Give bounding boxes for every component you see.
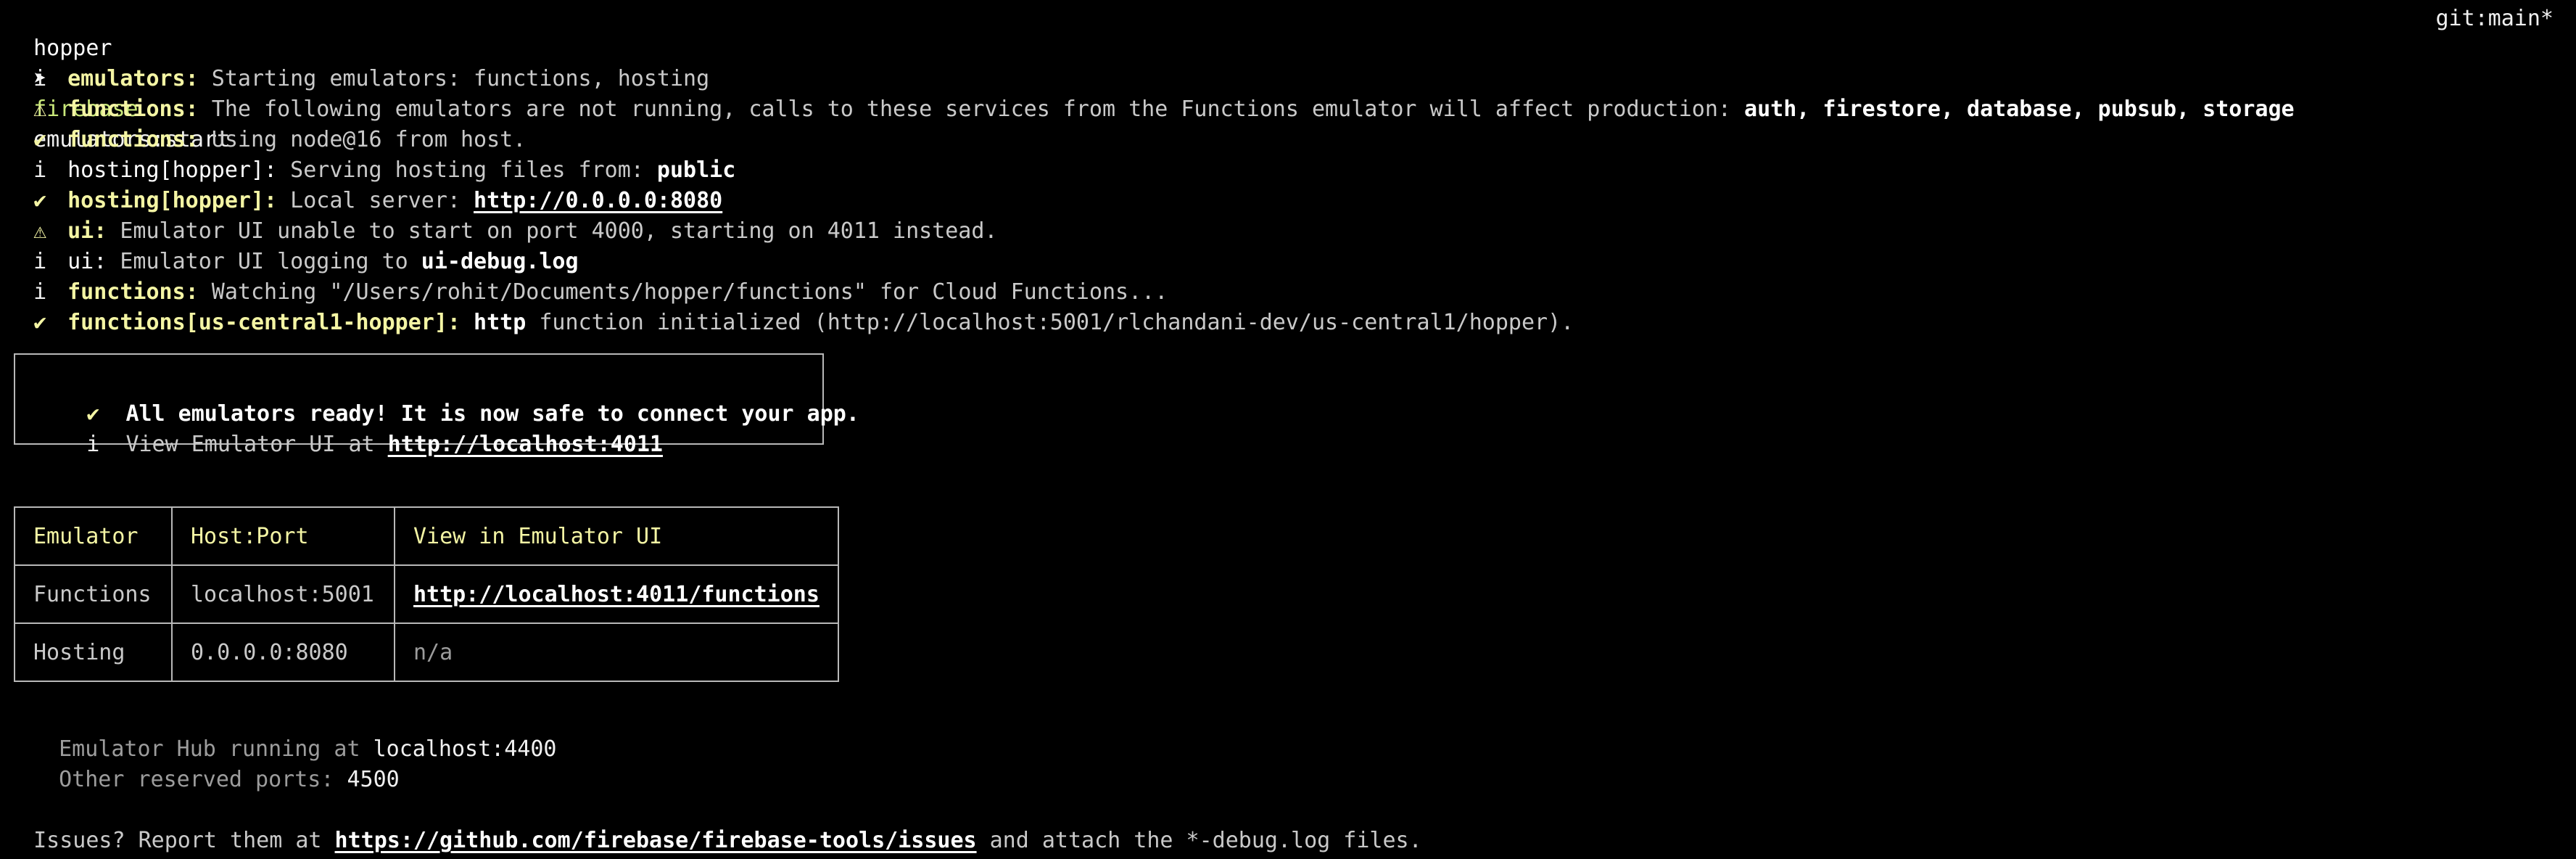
ready-message-row: ✔ All emulators ready! It is now safe to… (34, 369, 859, 427)
log-line: ⚠ functions: The following emulators are … (0, 64, 2294, 122)
log-line: i emulators: Starting emulators: function… (0, 33, 709, 91)
table-row: Hosting 0.0.0.0:8080 n/a (14, 622, 839, 682)
log-bold-prefix: http (474, 310, 527, 335)
emulator-host: localhost:5001 (171, 564, 395, 624)
ports-value: 4500 (347, 767, 400, 792)
table-row: Functions localhost:5001 http://localhos… (14, 564, 839, 624)
log-source: functions[us-central1-hopper]: (67, 310, 461, 335)
table-header-row: Emulator Host:Port View in Emulator UI (14, 506, 839, 566)
emulator-host: 0.0.0.0:8080 (171, 622, 395, 682)
log-line: i ui: Emulator UI logging to ui-debug.log (0, 216, 578, 274)
hub-line: Emulator Hub running at localhost:4400 (33, 704, 556, 762)
git-branch-indicator: git:main* (2435, 6, 2554, 31)
issues-line: Issues? Report them at https://github.co… (7, 795, 1422, 853)
ports-label: Other reserved ports: (59, 767, 347, 792)
table-header: Emulator (14, 506, 173, 566)
log-line: ⚠ ui: Emulator UI unable to start on port… (0, 186, 997, 244)
log-text: function initialized (http://localhost:5… (526, 310, 1574, 335)
check-icon: ✔ (33, 310, 47, 335)
emulator-view-cell: n/a (394, 622, 839, 682)
log-line: ✔ hosting[hopper]: Local server: http://0… (0, 155, 722, 213)
ports-line: Other reserved ports: 4500 (33, 734, 400, 792)
log-line: i functions: Watching "/Users/rohit/Docum… (0, 247, 1168, 305)
emulator-name: Functions (14, 564, 173, 624)
issues-prefix: Issues? Report them at (33, 828, 335, 853)
ready-ui-text: View Emulator UI at (125, 432, 388, 457)
shell-prompt: hopper ➤ firebase emulators:start (7, 3, 230, 152)
emulator-table: Emulator Host:Port View in Emulator UI F… (14, 506, 839, 682)
issues-link[interactable]: https://github.com/firebase/firebase-too… (335, 828, 977, 853)
emulator-name: Hosting (14, 622, 173, 682)
table-header: Host:Port (171, 506, 395, 566)
issues-suffix: and attach the *-debug.log files. (976, 828, 1422, 853)
functions-ui-link[interactable]: http://localhost:4011/functions (413, 582, 820, 607)
hub-value: localhost:4400 (373, 736, 557, 762)
table-header: View in Emulator UI (394, 506, 839, 566)
log-line: i hosting[hopper]: Serving hosting files … (0, 125, 735, 183)
emulator-view-cell: http://localhost:4011/functions (394, 564, 839, 624)
log-line: ✔ functions: Using node@16 from host. (0, 94, 526, 152)
info-icon: i (86, 432, 100, 457)
ready-ui-row: i View Emulator UI at http://localhost:4… (34, 399, 663, 457)
log-bold-text: auth, firestore, database, pubsub, stora… (1744, 96, 2295, 122)
log-line: ✔ functions[us-central1-hopper]: http fun… (0, 277, 1574, 335)
emulators-ready-box: ✔ All emulators ready! It is now safe to… (14, 353, 859, 457)
emulator-ui-link[interactable]: http://localhost:4011 (388, 432, 663, 457)
